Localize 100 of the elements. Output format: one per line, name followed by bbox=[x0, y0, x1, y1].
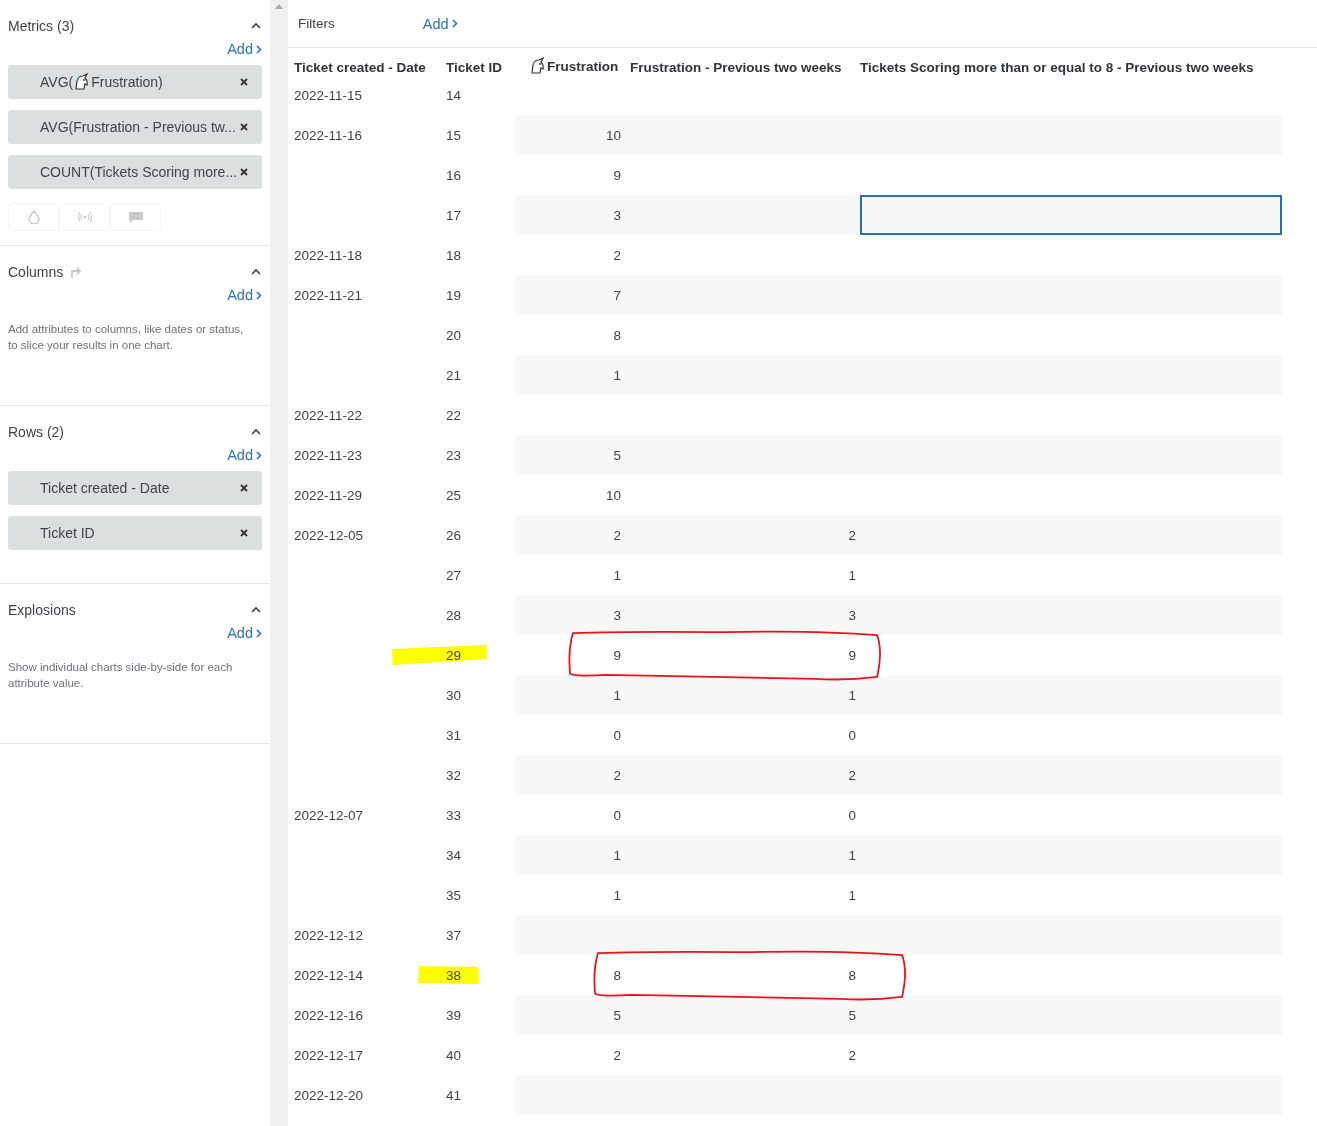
swap-icon bbox=[69, 265, 84, 279]
remove-button[interactable] bbox=[240, 529, 248, 537]
table-cell: 2022-12-12 bbox=[294, 927, 364, 943]
table-cell: 2 bbox=[613, 247, 621, 263]
collapse-icon[interactable] bbox=[250, 268, 262, 276]
broadcast-icon bbox=[76, 211, 93, 223]
table-cell: 14 bbox=[446, 87, 462, 103]
section-title: Rows (2) bbox=[8, 424, 64, 440]
table-cell: 5 bbox=[613, 447, 621, 463]
table-cell: 8 bbox=[848, 967, 856, 983]
section-title: Metrics (3) bbox=[8, 18, 75, 34]
table-cell: 2 bbox=[613, 527, 621, 543]
table-cell: 1 bbox=[848, 687, 856, 703]
remove-button[interactable] bbox=[240, 168, 248, 176]
comment-icon bbox=[127, 210, 144, 224]
section-title: Explosions bbox=[8, 602, 76, 618]
table-cell: 2022-11-29 bbox=[294, 487, 363, 503]
table-cell: 2022-12-20 bbox=[294, 1087, 364, 1103]
table-cell: 9 bbox=[613, 647, 621, 663]
table-cell: 23 bbox=[446, 447, 462, 463]
table-cell: 41 bbox=[446, 1087, 462, 1103]
table-cell: 2022-12-17 bbox=[294, 1047, 364, 1063]
table-cell: 21 bbox=[446, 367, 462, 383]
collapse-icon[interactable] bbox=[250, 428, 262, 436]
chevron-right-icon bbox=[451, 19, 458, 28]
table-cell: 1 bbox=[848, 847, 856, 863]
field-pill[interactable]: COUNT(Tickets Scoring more... bbox=[8, 155, 262, 189]
table-cell: 27 bbox=[446, 567, 462, 583]
table-cell: 33 bbox=[446, 807, 462, 823]
close-icon bbox=[240, 484, 248, 492]
table-cell: 1 bbox=[613, 887, 621, 903]
table-cell: 22 bbox=[446, 407, 462, 423]
add-link[interactable]: Add bbox=[227, 287, 262, 303]
table-cell: 1 bbox=[613, 687, 621, 703]
table-cell: 20 bbox=[446, 327, 462, 343]
field-pill[interactable]: Ticket created - Date bbox=[8, 471, 262, 505]
add-link[interactable]: Add bbox=[227, 41, 262, 57]
chevron-right-icon bbox=[256, 290, 262, 300]
close-icon bbox=[240, 529, 248, 537]
add-link[interactable]: Add bbox=[422, 15, 458, 32]
column-header: Frustration bbox=[515, 57, 630, 75]
table-cell: 29 bbox=[446, 647, 462, 663]
table-cell: 0 bbox=[613, 727, 621, 743]
field-pill[interactable]: AVG( Frustration) bbox=[8, 65, 262, 99]
remove-button[interactable] bbox=[240, 484, 248, 492]
remove-button[interactable] bbox=[240, 78, 248, 86]
table-cell: 17 bbox=[446, 207, 462, 223]
table-cell: 26 bbox=[446, 527, 462, 543]
table-cell: 0 bbox=[613, 807, 621, 823]
table-cell: 1 bbox=[848, 567, 856, 583]
collapse-icon[interactable] bbox=[250, 606, 262, 614]
field-pill[interactable]: Ticket ID bbox=[8, 516, 262, 550]
field-pill[interactable]: AVG(Frustration - Previous tw... bbox=[8, 110, 262, 144]
table-cell: 15 bbox=[446, 127, 462, 143]
drop-icon bbox=[27, 210, 40, 224]
table-cell: 2022-11-21 bbox=[294, 287, 363, 303]
table-cell: 7 bbox=[613, 287, 621, 303]
table-cell: 2022-11-16 bbox=[294, 127, 363, 143]
table-cell: 40 bbox=[446, 1047, 462, 1063]
selected-cell[interactable] bbox=[860, 195, 1282, 235]
table-cell: 25 bbox=[446, 487, 462, 503]
chevron-right-icon bbox=[256, 628, 262, 638]
table-cell: 2022-11-22 bbox=[294, 407, 363, 423]
table-cell: 31 bbox=[446, 727, 462, 743]
table-cell: 2022-12-05 bbox=[294, 527, 364, 543]
close-icon bbox=[240, 123, 248, 131]
table-cell: 37 bbox=[446, 927, 462, 943]
table-cell: 35 bbox=[446, 887, 462, 903]
table-cell: 8 bbox=[613, 967, 621, 983]
chevron-right-icon bbox=[256, 44, 262, 54]
column-header: Frustration - Previous two weeks bbox=[630, 60, 843, 75]
table-cell: 5 bbox=[613, 1007, 621, 1023]
table-cell: 32 bbox=[446, 767, 462, 783]
table-cell: 2022-12-07 bbox=[294, 807, 364, 823]
table-cell: 8 bbox=[613, 327, 621, 343]
table-cell: 38 bbox=[446, 967, 462, 983]
collapse-icon[interactable] bbox=[250, 22, 262, 30]
table-cell: 0 bbox=[848, 807, 856, 823]
table-cell: 9 bbox=[848, 647, 856, 663]
table-cell: 5 bbox=[848, 1007, 856, 1023]
table-cell: 3 bbox=[848, 607, 856, 623]
table-cell: 1 bbox=[613, 367, 621, 383]
table-cell: 2022-11-15 bbox=[294, 87, 363, 103]
remove-button[interactable] bbox=[240, 123, 248, 131]
table-cell: 16 bbox=[446, 167, 462, 183]
table-cell: 19 bbox=[446, 287, 462, 303]
table-cell: 2 bbox=[848, 1047, 856, 1063]
table-cell: 1 bbox=[613, 567, 621, 583]
table-cell: 2022-12-14 bbox=[294, 967, 364, 983]
add-link[interactable]: Add bbox=[227, 447, 262, 463]
close-icon bbox=[240, 168, 248, 176]
table-cell: 9 bbox=[613, 167, 621, 183]
table-cell: 2022-11-18 bbox=[294, 247, 363, 263]
table-cell: 30 bbox=[446, 687, 462, 703]
table-cell: 0 bbox=[848, 727, 856, 743]
table-cell: 2 bbox=[848, 767, 856, 783]
chevron-right-icon bbox=[256, 450, 262, 460]
add-link[interactable]: Add bbox=[227, 625, 262, 641]
scrollbar[interactable] bbox=[270, 0, 288, 1126]
table-cell: 2022-11-23 bbox=[294, 447, 363, 463]
